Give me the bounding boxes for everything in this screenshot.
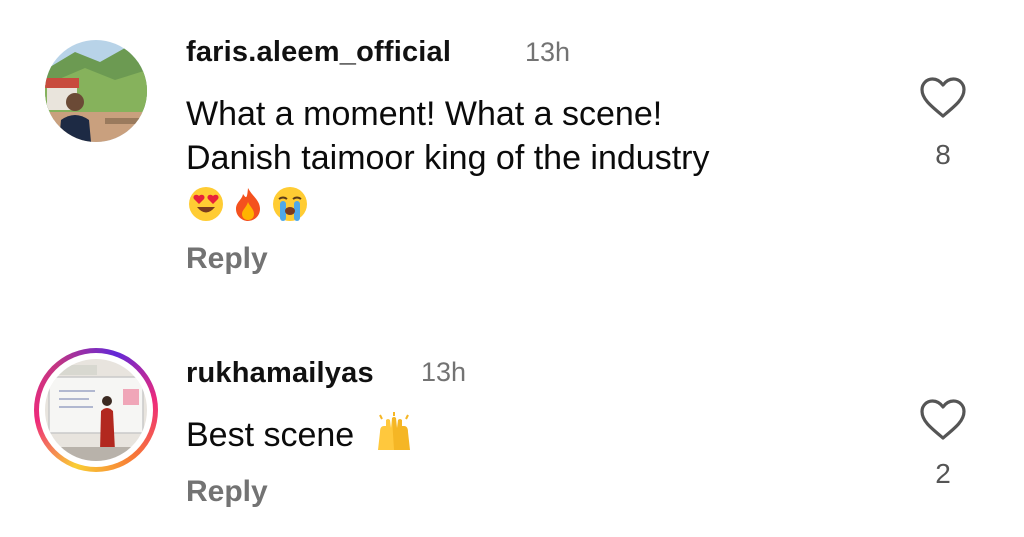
raising-hands-emoji <box>377 412 410 450</box>
like-count: 8 <box>935 139 951 170</box>
avatar[interactable] <box>45 40 147 142</box>
comment-timestamp: 13h <box>421 357 467 387</box>
comment-username[interactable]: faris.aleem_official <box>186 36 451 69</box>
comment-username[interactable]: rukhamailyas <box>186 357 374 390</box>
comment-item: faris.aleem_official 13h What a moment! … <box>0 0 1024 300</box>
heart-eyes-emoji <box>189 187 223 221</box>
loudly-crying-emoji <box>273 187 307 221</box>
heart-outline-icon <box>920 399 966 440</box>
comment-text-line-2: Danish taimoor king of the industry <box>186 139 710 177</box>
like-button[interactable] <box>919 76 967 120</box>
comment-emoji-row <box>188 186 308 222</box>
fire-emoji <box>236 188 260 221</box>
comment-text-content: Best scene <box>186 416 355 454</box>
like-button[interactable] <box>919 398 967 442</box>
reply-button[interactable]: Reply <box>186 475 268 509</box>
comment-text-line-1: What a moment! What a scene! <box>186 95 663 133</box>
reply-button[interactable]: Reply <box>186 242 268 276</box>
comment-text: Best scene <box>186 412 414 457</box>
comment-item: rukhamailyas 13h Best scene Reply 2 <box>0 330 1024 537</box>
heart-outline-icon <box>920 77 966 118</box>
like-count: 2 <box>935 458 951 489</box>
comment-timestamp: 13h <box>525 37 571 67</box>
